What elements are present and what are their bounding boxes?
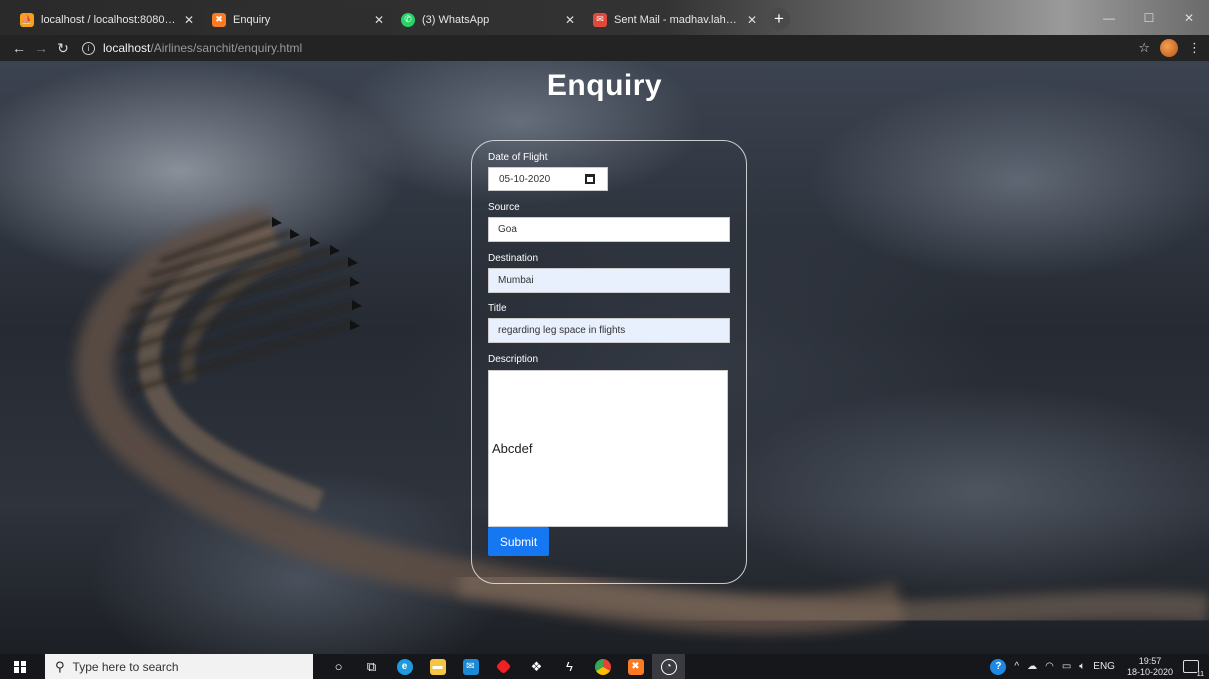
forward-arrow-icon[interactable]: → [30, 40, 52, 56]
tab-enquiry[interactable]: ✖ Enquiry ✕ [204, 6, 392, 33]
battery-icon[interactable]: ▭ [1062, 661, 1071, 672]
phpmyadmin-icon: ⛵ [20, 12, 34, 27]
browser-toolbar: ← → ↻ i localhost/Airlines/sanchit/enqui… [0, 35, 1209, 61]
page-title: Enquiry [546, 69, 663, 102]
minimize-icon[interactable]: — [1089, 0, 1129, 35]
profile-avatar[interactable] [1160, 39, 1178, 57]
tab-title: Sent Mail - madhav.lahoti@spit.ac.in [614, 13, 741, 26]
task-view-icon[interactable]: ⧉ [355, 654, 388, 679]
tab-title: Enquiry [233, 13, 271, 26]
bookmark-star-icon[interactable]: ☆ [1138, 40, 1150, 56]
taskbar-search-box[interactable]: ⚲ Type here to search [45, 654, 313, 679]
destination-input[interactable]: Mumbai [488, 268, 730, 293]
info-icon[interactable]: i [82, 41, 95, 55]
tab-gmail[interactable]: ✉ Sent Mail - madhav.lahoti@spit.ac.in ✕ [585, 6, 765, 33]
notification-icon[interactable]: 11 [1183, 660, 1204, 678]
date-label: Date of Flight [488, 152, 548, 163]
active-app-icon[interactable]: ◔ [652, 654, 685, 679]
lightning-app-icon[interactable]: ϟ [553, 654, 586, 679]
clock-time: 19:57 [1138, 655, 1162, 666]
red-diamond-app-icon[interactable] [487, 654, 520, 679]
destination-label: Destination [488, 253, 539, 264]
clock[interactable]: 19:57 18-10-2020 [1127, 656, 1173, 678]
close-window-icon[interactable]: ✕ [1169, 0, 1209, 35]
wifi-icon[interactable]: ◠ [1045, 661, 1054, 672]
close-icon[interactable]: ✕ [747, 13, 757, 27]
tab-phpmyadmin[interactable]: ⛵ localhost / localhost:8080 / users ✕ [12, 6, 202, 33]
date-value: 05-10-2020 [499, 173, 551, 185]
help-icon[interactable]: ? [990, 658, 1007, 675]
clock-date: 18-10-2020 [1126, 666, 1173, 677]
tab-whatsapp[interactable]: ✆ (3) WhatsApp ✕ [393, 6, 583, 33]
submit-button[interactable]: Submit [488, 527, 549, 556]
chevron-up-icon[interactable]: ^ [1014, 661, 1019, 672]
description-label: Description [488, 354, 539, 365]
dropbox-icon[interactable]: ❖ [520, 654, 553, 679]
address-bar[interactable]: i localhost/Airlines/sanchit/enquiry.htm… [82, 41, 302, 55]
start-button[interactable] [0, 654, 40, 679]
search-icon: ⚲ [55, 658, 65, 674]
windows-logo-icon [14, 660, 26, 673]
maximize-icon[interactable]: ☐ [1129, 0, 1169, 35]
description-textarea[interactable]: Abcdef [488, 370, 728, 527]
xampp-taskbar-icon[interactable]: ✖ [619, 654, 652, 679]
whatsapp-icon: ✆ [401, 12, 415, 27]
close-icon[interactable]: ✕ [374, 13, 384, 27]
file-explorer-icon[interactable]: ▬ [421, 654, 454, 679]
close-icon[interactable]: ✕ [184, 13, 194, 27]
cloud-icon[interactable]: ☁ [1027, 661, 1037, 672]
date-of-flight-input[interactable]: 05-10-2020 [488, 167, 608, 191]
back-arrow-icon[interactable]: ← [8, 40, 30, 56]
chrome-icon[interactable] [586, 654, 619, 679]
url-host: localhost [103, 41, 151, 55]
close-icon[interactable]: ✕ [565, 13, 575, 27]
reload-icon[interactable]: ↻ [52, 40, 74, 57]
url-path: /Airlines/sanchit/enquiry.html [150, 41, 303, 55]
windows-taskbar: ⚲ Type here to search ○ ⧉ e ▬ ✉ ❖ ϟ ✖ ◔ … [0, 654, 1209, 679]
search-placeholder: Type here to search [72, 659, 179, 674]
mail-icon[interactable]: ✉ [454, 654, 487, 679]
gmail-icon: ✉ [593, 12, 607, 27]
language-indicator[interactable]: ENG [1093, 661, 1115, 672]
title-label: Title [488, 303, 507, 314]
source-input[interactable]: Goa [488, 217, 730, 242]
tab-title: localhost / localhost:8080 / users [41, 13, 178, 26]
title-input[interactable]: regarding leg space in flights [488, 318, 730, 343]
enquiry-form: Date of Flight 05-10-2020 Source Goa Des… [471, 140, 747, 584]
cortana-icon[interactable]: ○ [322, 654, 355, 679]
xampp-icon: ✖ [212, 12, 226, 27]
volume-icon[interactable]: 🔈︎ [1079, 661, 1085, 672]
page-background: Enquiry Date of Flight 05-10-2020 Source… [0, 61, 1209, 654]
window-controls: — ☐ ✕ [1089, 0, 1209, 35]
tab-title: (3) WhatsApp [422, 13, 490, 26]
system-tray: ? ^ ☁ ◠ ▭ 🔈︎ ENG 19:57 18-10-2020 11 [986, 654, 1209, 679]
edge-icon[interactable]: e [388, 654, 421, 679]
notification-count: 11 [1196, 671, 1204, 678]
source-label: Source [488, 202, 520, 213]
menu-dots-icon[interactable]: ⋮ [1188, 40, 1201, 56]
calendar-icon[interactable] [585, 174, 595, 184]
new-tab-button[interactable]: + [768, 8, 790, 30]
browser-tabstrip: ⛵ localhost / localhost:8080 / users ✕ ✖… [0, 0, 1209, 35]
